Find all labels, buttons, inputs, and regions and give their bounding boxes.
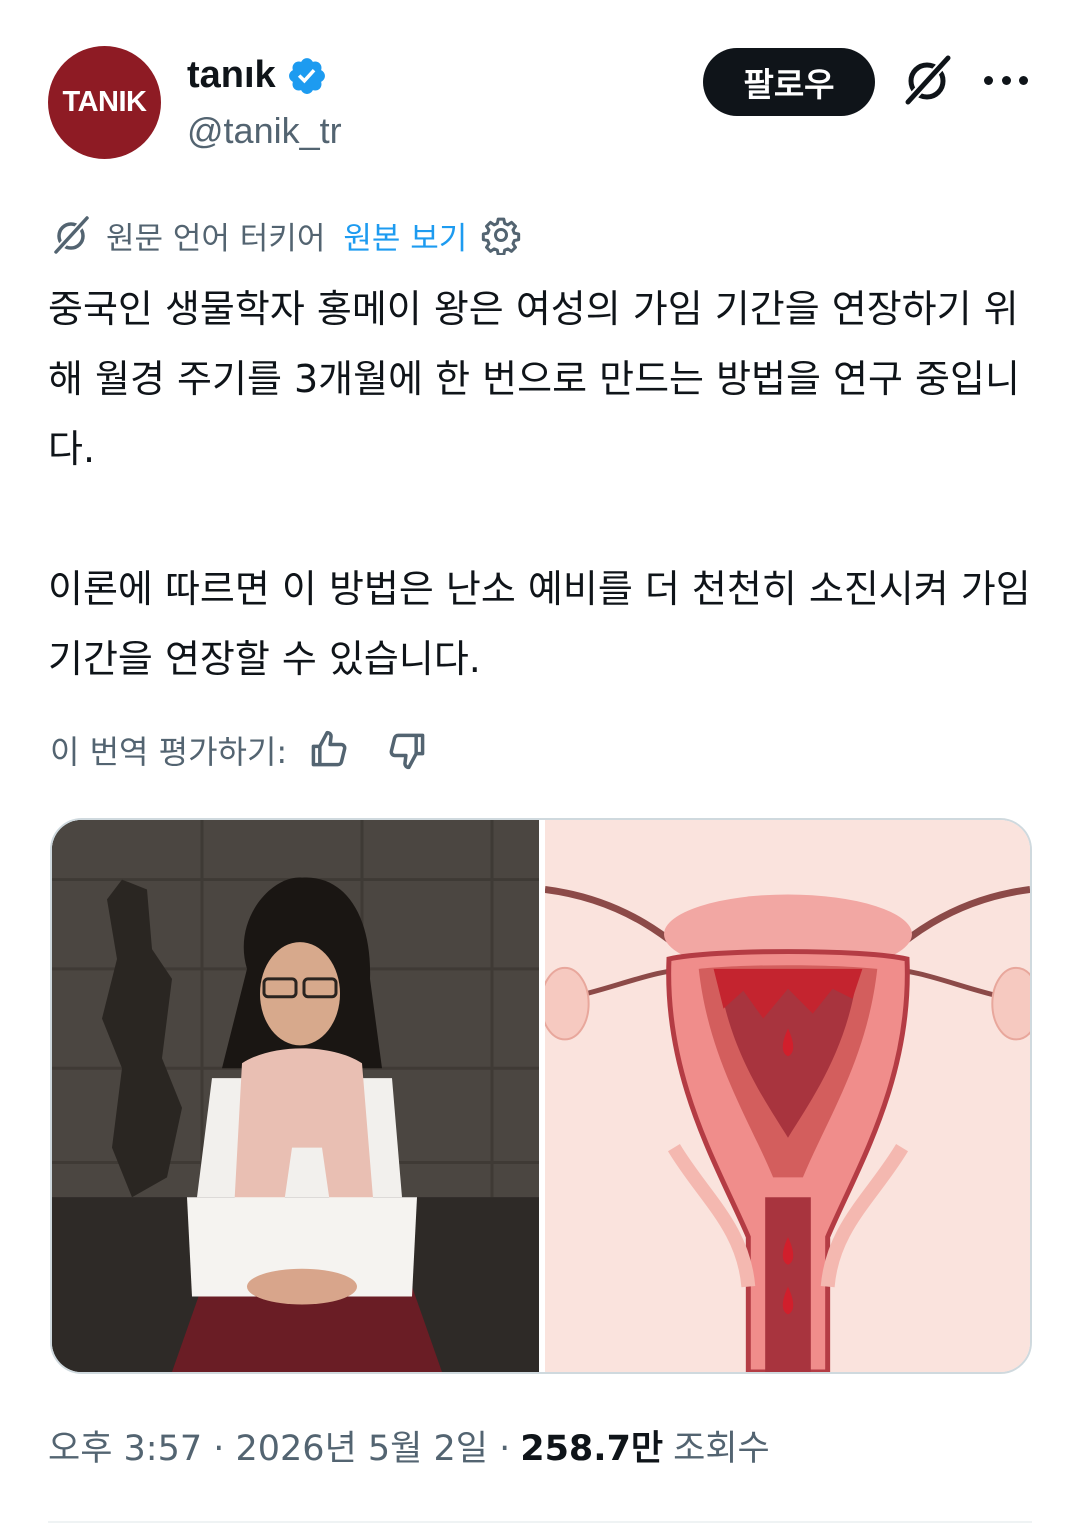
tweet-meta: 오후 3:57 · 2026년 5월 2일 · 258.7만 조회수 — [48, 1420, 770, 1471]
divider — [48, 1521, 1032, 1523]
timestamp[interactable]: 오후 3:57 · 2026년 5월 2일 · — [48, 1420, 510, 1471]
translation-bar: 원문 언어 터키어 원본 보기 — [50, 212, 521, 258]
grok-translate-icon — [53, 215, 90, 255]
view-count-label: 조회수 — [673, 1429, 770, 1469]
media-grid[interactable] — [50, 818, 1032, 1374]
thumbs-up-icon[interactable] — [307, 728, 351, 772]
name-row: tanık — [187, 54, 328, 97]
thumbs-down-icon[interactable] — [385, 728, 429, 772]
display-name[interactable]: tanık — [187, 54, 276, 97]
avatar-text: TANIK — [62, 86, 147, 118]
photo-scientist[interactable] — [52, 820, 539, 1372]
view-count: 258.7만 — [520, 1429, 664, 1469]
rate-translation: 이 번역 평가하기: — [50, 722, 429, 778]
tweet-paragraph: 중국인 생물학자 홍메이 왕은 여성의 가임 기간을 연장하기 위해 월경 주기… — [48, 287, 1020, 471]
more-dot — [1001, 75, 1011, 85]
handle[interactable]: @tanik_tr — [187, 110, 342, 152]
rate-label: 이 번역 평가하기: — [50, 733, 288, 771]
grok-icon[interactable] — [900, 52, 956, 108]
more-dot — [1019, 75, 1028, 85]
follow-button[interactable]: 팔로우 — [703, 48, 875, 116]
tweet-text: 중국인 생물학자 홍메이 왕은 여성의 가임 기간을 연장하기 위해 월경 주기… — [48, 274, 1038, 694]
uterus-illustration-image — [545, 820, 1030, 1372]
more-icon[interactable] — [980, 60, 1032, 100]
photo-scientist-image — [52, 820, 539, 1372]
gear-icon[interactable] — [481, 215, 521, 255]
tweet-header: TANIK tanık @tanik_tr 팔로우 — [48, 46, 1032, 166]
show-original-link[interactable]: 원본 보기 — [343, 213, 467, 258]
more-dot — [984, 75, 993, 85]
illustration-uterus[interactable] — [545, 820, 1030, 1372]
avatar[interactable]: TANIK — [48, 46, 161, 159]
source-language-label: 원문 언어 터키어 — [106, 220, 326, 257]
tweet-paragraph: 이론에 따르면 이 방법은 난소 예비를 더 천천히 소진시켜 가임 기간을 연… — [48, 567, 1031, 681]
verified-badge-icon — [288, 57, 325, 94]
